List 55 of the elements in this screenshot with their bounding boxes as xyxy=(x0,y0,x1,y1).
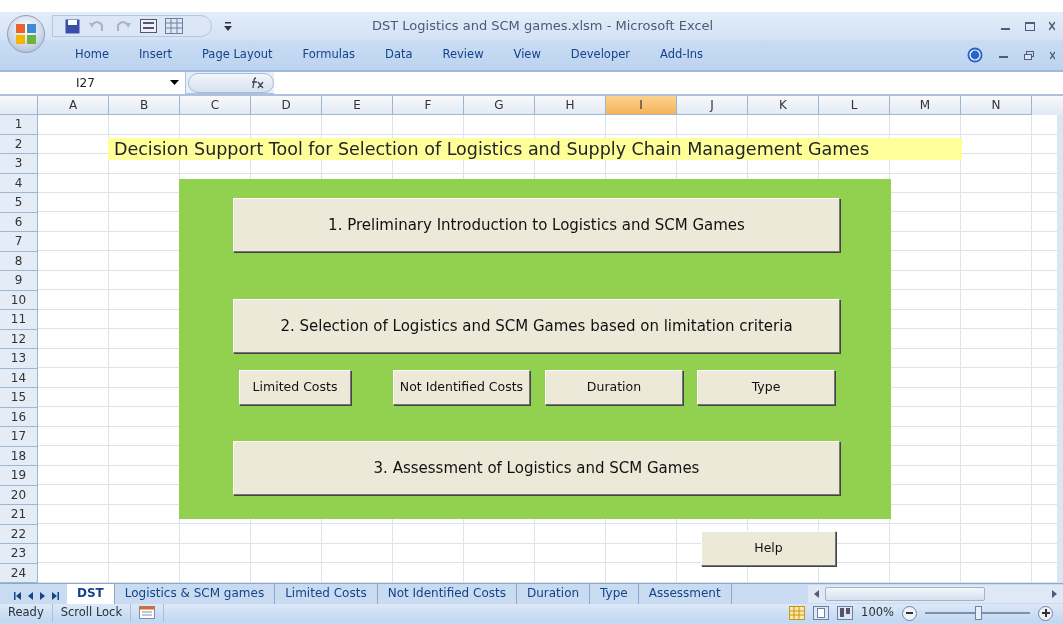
criteria-button[interactable]: Type xyxy=(697,370,835,405)
zoom-slider-thumb[interactable] xyxy=(974,606,982,620)
criteria-button[interactable]: Not Identified Costs xyxy=(393,370,530,405)
zoom-in-button[interactable] xyxy=(1038,605,1053,621)
sheet-tab[interactable]: DST xyxy=(67,584,115,604)
first-sheet-icon[interactable] xyxy=(14,592,21,600)
sheet-title: Decision Support Tool for Selection of Logistics and Supply Chain Management Games xyxy=(108,138,962,160)
fx-icon[interactable] xyxy=(251,76,265,89)
ribbon-tab[interactable]: Add-Ins xyxy=(645,46,719,64)
dropdown-icon xyxy=(170,80,179,85)
form-icon[interactable] xyxy=(140,19,157,33)
save-icon[interactable] xyxy=(65,18,80,34)
ribbon-tab[interactable]: Formulas xyxy=(287,46,371,64)
scroll-left-icon[interactable] xyxy=(814,590,819,598)
page-break-view-icon[interactable] xyxy=(837,606,854,620)
help-icon[interactable] xyxy=(967,47,983,63)
minus-icon xyxy=(906,612,913,614)
menu-button[interactable]: 2. Selection of Logistics and SCM Games based on limitation criteria xyxy=(233,299,840,353)
window-title: DST Logistics and SCM games.xlsm - Microsoft Excel xyxy=(372,17,714,36)
ribbon-tab[interactable]: Insert xyxy=(123,46,187,64)
restore-icon[interactable] xyxy=(1024,50,1034,60)
criteria-button[interactable]: Limited Costs xyxy=(239,370,351,405)
previous-sheet-icon[interactable] xyxy=(28,592,33,600)
zoom-level: 100% xyxy=(861,604,894,622)
horizontal-scrollbar[interactable] xyxy=(808,585,1063,603)
scroll-right-icon[interactable] xyxy=(1052,590,1057,598)
close-icon[interactable] xyxy=(1050,50,1055,60)
help-button[interactable]: Help xyxy=(701,531,836,566)
next-sheet-icon[interactable] xyxy=(40,592,45,600)
menu-button[interactable]: 1. Preliminary Introduction to Logistics and SCM Games xyxy=(233,198,840,252)
office-button[interactable] xyxy=(7,15,45,53)
ribbon-tab[interactable]: Home xyxy=(60,46,124,64)
cell-reference: I27 xyxy=(76,74,95,92)
macro-record-icon[interactable] xyxy=(139,606,156,620)
ribbon-tab[interactable]: Data xyxy=(370,46,428,64)
menu-button[interactable]: 3. Assessment of Logistics and SCM Games xyxy=(233,441,840,495)
criteria-button[interactable]: Duration xyxy=(545,370,683,405)
grid-icon[interactable] xyxy=(165,18,183,34)
status-text: Scroll Lock xyxy=(52,604,132,622)
office-logo-icon xyxy=(15,23,37,45)
page-layout-view-icon[interactable] xyxy=(813,606,830,620)
last-sheet-icon[interactable] xyxy=(52,592,59,600)
formula-input-field[interactable] xyxy=(274,71,1063,94)
customize-dropdown-icon[interactable] xyxy=(224,22,232,31)
ribbon-tab[interactable]: Developer xyxy=(555,46,645,64)
status-text: Ready xyxy=(0,604,53,622)
plus-icon xyxy=(1041,609,1050,617)
column-header[interactable]: I xyxy=(606,96,677,115)
ribbon-tab[interactable]: Page Layout xyxy=(186,46,288,64)
ribbon-tab[interactable]: View xyxy=(498,46,556,64)
close-icon[interactable] xyxy=(1049,21,1055,31)
zoom-out-button[interactable] xyxy=(902,605,917,621)
ribbon-tab[interactable]: Review xyxy=(427,46,499,64)
maximize-icon[interactable] xyxy=(1025,21,1035,31)
name-box[interactable]: I27 xyxy=(0,71,186,94)
